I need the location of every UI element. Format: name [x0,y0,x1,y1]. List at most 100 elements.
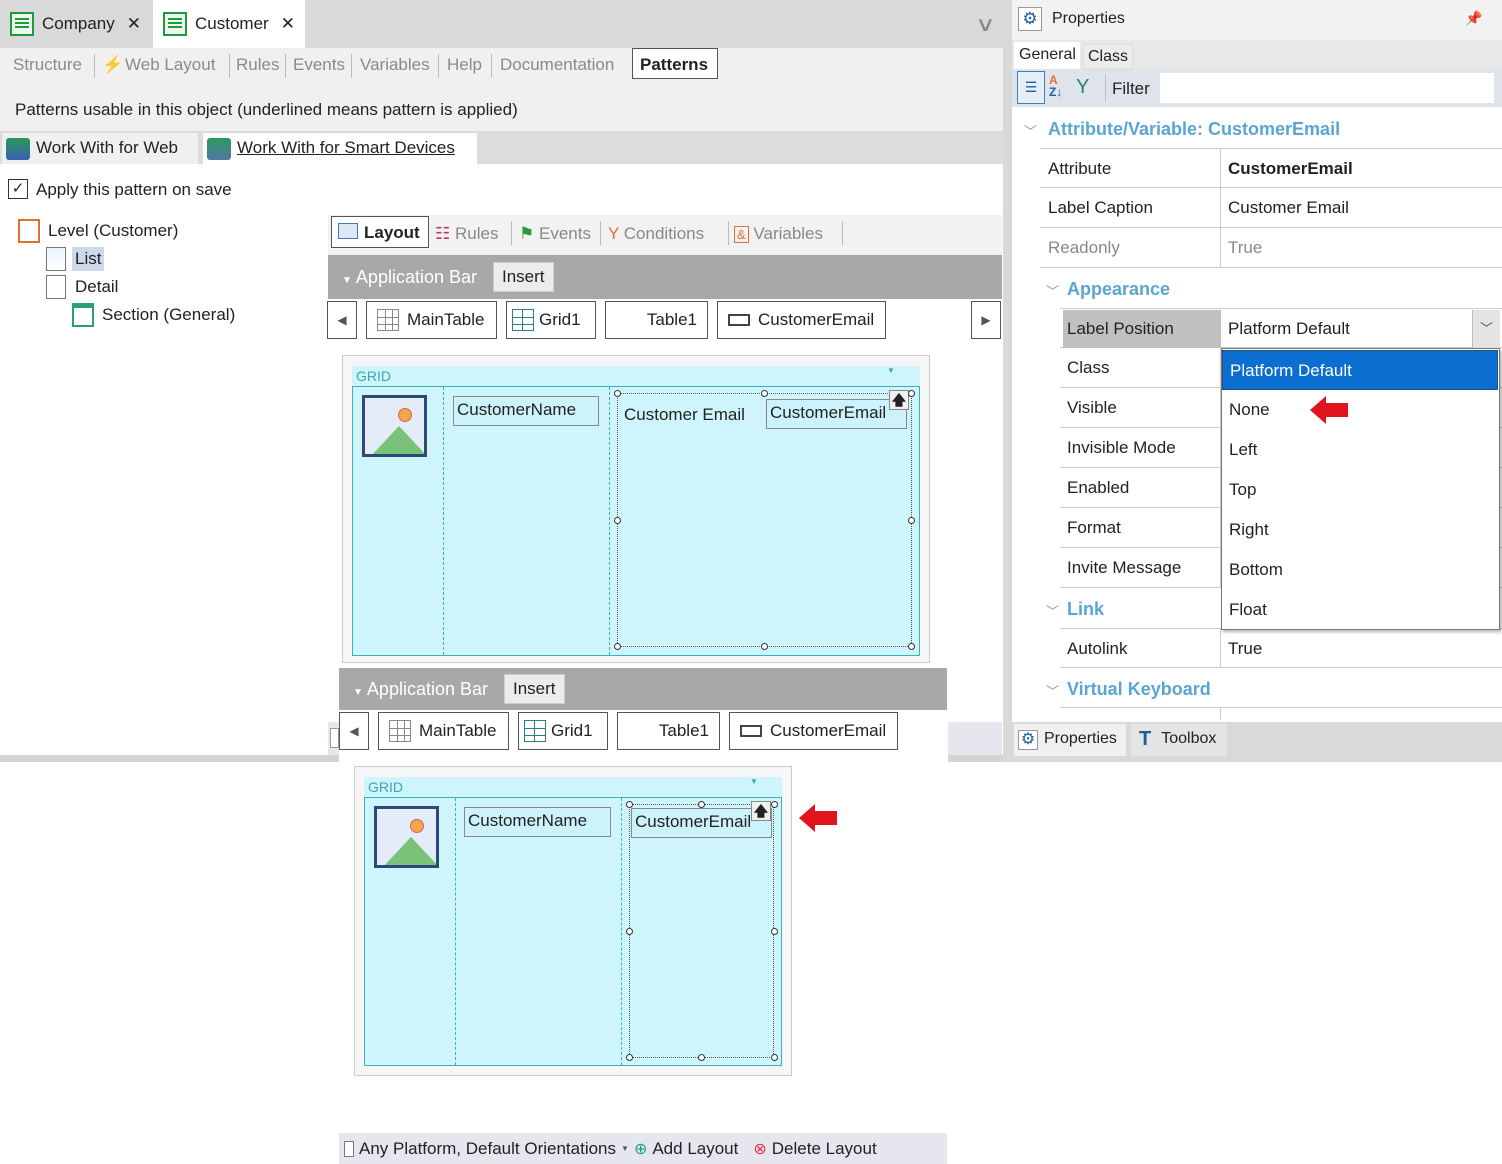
dropdown-chevron-icon[interactable]: ﹀ [1472,310,1500,348]
filter-icon[interactable]: Y [1076,76,1089,99]
option-bottom[interactable]: Bottom [1222,550,1498,590]
tab-web-layout[interactable]: Web Layout [125,55,215,75]
option-right[interactable]: Right [1222,510,1498,550]
chevron-down-icon[interactable]: ﹀ [1046,281,1059,300]
doc-tab-customer[interactable]: Customer ✕ [153,0,305,48]
customername-field[interactable]: CustomerName [464,807,611,837]
platform-selector[interactable]: Any Platform, Default Orientations [359,1139,616,1159]
caret-down-icon[interactable]: ▼ [621,1144,629,1153]
scroll-left-button[interactable]: ◀ [339,712,369,750]
resize-handle[interactable] [908,643,915,650]
sort-az-icon[interactable]: A Z↓ [1049,74,1062,98]
resize-handle[interactable] [761,643,768,650]
breadcrumb-customeremail[interactable]: CustomerEmail [717,301,886,339]
tab-documentation[interactable]: Documentation [500,55,614,75]
resize-handle[interactable] [614,390,621,397]
selection-box[interactable] [629,804,774,1058]
tab-help[interactable]: Help [447,55,482,75]
customername-field[interactable]: CustomerName [453,396,599,426]
doc-tab-company[interactable]: Company ✕ [0,0,152,48]
option-platform-default[interactable]: Platform Default [1222,350,1498,390]
tab-class[interactable]: Class [1083,44,1133,69]
chevron-down-icon[interactable]: ﹀ [1024,121,1037,140]
resize-handle[interactable] [771,1054,778,1061]
resize-handle[interactable] [908,517,915,524]
resize-handle[interactable] [908,390,915,397]
option-none[interactable]: None [1222,390,1498,430]
customeremail-label[interactable]: Customer Email [624,405,745,425]
arrow-up-icon[interactable]: 🡅 [751,801,771,821]
pattern-tab-work-with-smart-devices[interactable]: Work With for Smart Devices [203,133,477,164]
option-left[interactable]: Left [1222,430,1498,470]
pin-icon[interactable]: 📌 [1465,10,1482,27]
tab-conditions[interactable]: Conditions [624,224,704,243]
pattern-tab-work-with-web[interactable]: Work With for Web [2,133,198,164]
property-row-attribute[interactable]: Attribute CustomerEmail [1040,148,1502,188]
resize-handle[interactable] [626,928,633,935]
apply-on-save-checkbox[interactable]: ✓ [8,179,28,199]
customeremail-field[interactable]: CustomerEmail [766,399,907,429]
resize-handle[interactable] [761,390,768,397]
tree-item-list[interactable]: List [72,247,105,271]
panel-tab-properties[interactable]: ⚙ Properties [1014,724,1126,756]
tab-variables[interactable]: Variables [360,55,430,75]
property-row-label-position[interactable]: Label Position Platform Default ﹀ [1060,308,1502,348]
breadcrumb-table1[interactable]: Table1 [617,712,720,750]
breadcrumb-maintable[interactable]: MainTable [366,301,497,339]
option-float[interactable]: Float [1222,590,1498,630]
selection-box[interactable] [617,393,912,647]
close-icon[interactable]: ✕ [127,14,141,34]
filter-input[interactable] [1160,73,1494,103]
resize-handle[interactable] [698,801,705,808]
option-top[interactable]: Top [1222,470,1498,510]
insert-button[interactable]: Insert [493,262,554,292]
application-bar-toggle[interactable]: ▼ Application Bar [353,679,488,700]
resize-handle[interactable] [771,928,778,935]
tab-rules[interactable]: Rules [455,224,498,243]
caret-down-icon[interactable]: ▼ [750,777,758,786]
application-bar-toggle[interactable]: ▼ Application Bar [342,267,477,288]
caret-down-icon[interactable]: ▼ [887,366,895,375]
resize-handle[interactable] [614,643,621,650]
tab-structure[interactable]: Structure [13,55,82,75]
property-row-autolink[interactable]: Autolink True [1060,628,1502,668]
property-row-label-caption[interactable]: Label Caption Customer Email [1040,188,1502,228]
categorized-icon[interactable]: ☰ [1017,71,1045,104]
image-icon[interactable] [362,395,427,457]
chevron-down-icon[interactable]: ﹀ [1046,601,1059,620]
resize-handle[interactable] [614,517,621,524]
delete-layout-button[interactable]: Delete Layout [772,1139,877,1159]
label-position-select[interactable]: Platform Default [1228,319,1350,339]
tab-patterns[interactable]: Patterns [632,48,718,79]
chevron-down-icon[interactable]: ∨ [975,12,995,37]
tab-events[interactable]: Events [539,224,591,243]
tab-general[interactable]: General [1014,42,1080,69]
resize-handle[interactable] [771,801,778,808]
tree-item-detail[interactable]: Detail [75,277,118,297]
property-row-readonly[interactable]: Readonly True [1040,228,1502,268]
panel-tab-toolbox[interactable]: T Toolbox [1131,724,1227,756]
tab-events[interactable]: Events [293,55,345,75]
resize-handle[interactable] [626,801,633,808]
tab-rules[interactable]: Rules [236,55,279,75]
splitter[interactable] [1003,0,1012,762]
insert-button[interactable]: Insert [504,674,565,704]
chevron-down-icon[interactable]: ﹀ [1046,681,1059,700]
scroll-left-button[interactable]: ◀ [327,301,357,339]
close-icon[interactable]: ✕ [281,14,295,34]
resize-handle[interactable] [698,1054,705,1061]
breadcrumb-grid1[interactable]: Grid1 [506,301,596,339]
tab-layout[interactable]: Layout [331,216,429,248]
breadcrumb-grid1[interactable]: Grid1 [518,712,608,750]
image-icon[interactable] [374,806,439,868]
add-layout-button[interactable]: Add Layout [652,1139,738,1159]
scroll-right-button[interactable]: ▶ [971,301,1001,339]
tree-item-level[interactable]: Level (Customer) [48,221,178,241]
tab-variables[interactable]: Variables [753,224,823,243]
breadcrumb-maintable[interactable]: MainTable [378,712,509,750]
breadcrumb-customeremail[interactable]: CustomerEmail [729,712,898,750]
tree-item-section[interactable]: Section (General) [102,305,235,325]
resize-handle[interactable] [626,1054,633,1061]
breadcrumb-table1[interactable]: Table1 [605,301,708,339]
arrow-up-icon[interactable]: 🡅 [889,390,909,410]
